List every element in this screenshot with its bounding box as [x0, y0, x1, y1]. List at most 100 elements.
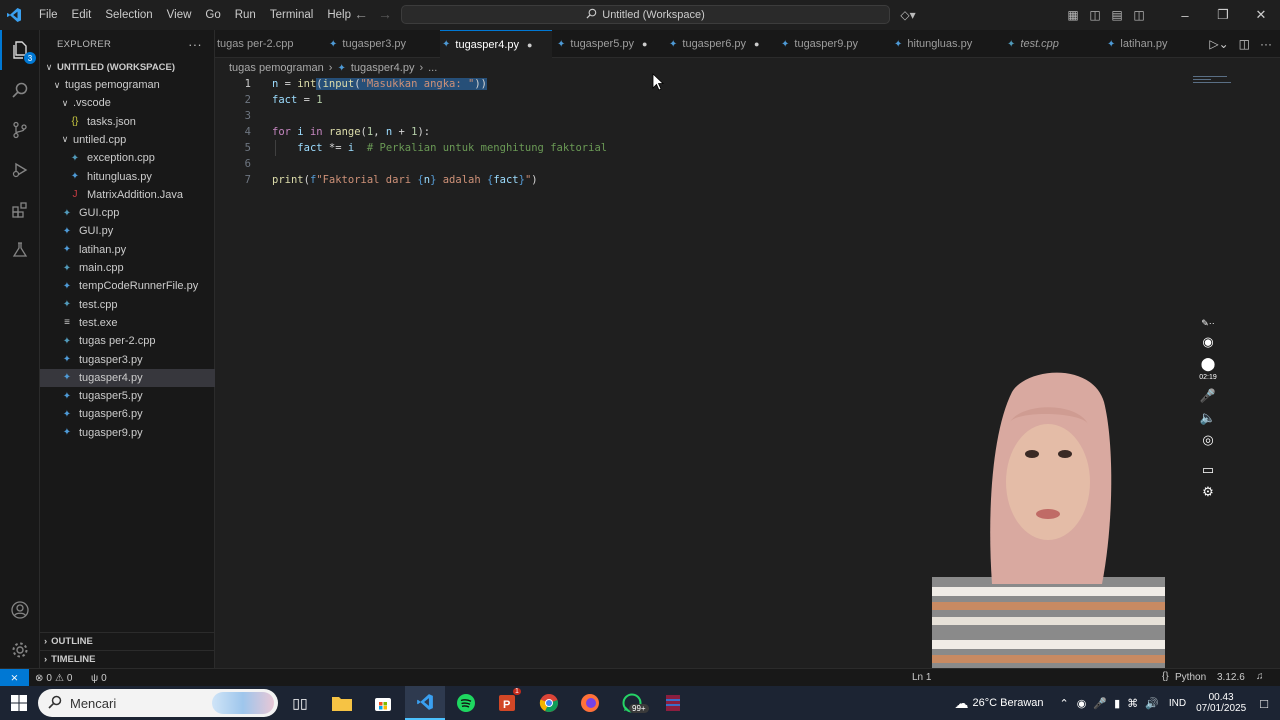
tree-file[interactable]: ✦ tugasper6.py — [40, 405, 215, 423]
unsaved-dot-icon[interactable]: ● — [642, 39, 647, 49]
tree-file[interactable]: ✦ tugasper5.py — [40, 387, 215, 405]
menu-view[interactable]: View — [160, 0, 199, 30]
tree-file[interactable]: ≡ test.exe — [40, 314, 215, 332]
workspace-root[interactable]: ∨ UNTITLED (WORKSPACE) — [40, 58, 215, 76]
firefox-icon[interactable] — [570, 686, 610, 720]
notifications-bell-icon[interactable]: ♫ — [1256, 671, 1264, 682]
powerpoint-icon[interactable]: P 1 — [487, 686, 527, 720]
minimize-icon[interactable]: – — [1166, 8, 1204, 23]
wifi-icon[interactable]: ⌘ — [1127, 697, 1138, 710]
task-view-icon[interactable]: ▯▯ — [280, 686, 320, 720]
editor-tab[interactable]: ✦ latihan.py — [1105, 30, 1217, 58]
toggle-secondary-sidebar-icon[interactable]: ◫ — [1128, 8, 1150, 22]
menu-terminal[interactable]: Terminal — [263, 0, 320, 30]
split-editor-icon[interactable]: ◫ — [1239, 37, 1250, 51]
tree-folder[interactable]: ∨ tugas pemograman — [40, 76, 215, 94]
timeline-section[interactable]: › TIMELINE — [40, 650, 215, 668]
run-python-icon[interactable]: ▷⌄ — [1209, 37, 1228, 51]
tree-file[interactable]: {} tasks.json — [40, 113, 215, 131]
editor-tab[interactable]: ✦ tugasper3.py — [327, 30, 439, 58]
winrar-icon[interactable] — [653, 686, 693, 720]
more-actions-icon[interactable]: ··· — [1260, 37, 1272, 51]
editor-tab[interactable]: ✦ tugasper6.py ● — [667, 30, 779, 58]
tree-file[interactable]: ✦ GUI.py — [40, 222, 215, 240]
tree-file[interactable]: ✦ hitungluas.py — [40, 168, 215, 186]
weather-text[interactable]: 26°C Berawan — [972, 697, 1043, 709]
editor-tab[interactable]: tugas per-2.cpp — [215, 30, 327, 58]
unsaved-dot-icon[interactable]: ● — [527, 40, 532, 50]
tree-file[interactable]: ✦ tugasper3.py — [40, 351, 215, 369]
editor-tab[interactable]: ✦ test.cpp — [1005, 30, 1117, 58]
volume-icon[interactable]: 🔊 — [1145, 697, 1159, 710]
tree-file[interactable]: ✦ tempCodeRunnerFile.py — [40, 277, 215, 295]
whatsapp-icon[interactable]: 99+ — [612, 686, 652, 720]
input-language[interactable]: IND — [1169, 698, 1186, 709]
outline-section[interactable]: › OUTLINE — [40, 632, 215, 650]
notification-icon[interactable]: □ — [1260, 696, 1268, 711]
tree-file[interactable]: ✦ tugasper4.py — [40, 368, 215, 387]
forward-arrow-icon[interactable]: → — [378, 6, 392, 22]
problems-indicator[interactable]: ⊗ 0 ⚠ 0 — [35, 669, 72, 687]
editor-tab[interactable]: ✦ tugasper9.py — [779, 30, 891, 58]
explorer-files-icon[interactable]: 3 — [0, 30, 40, 70]
tree-file[interactable]: J MatrixAddition.Java — [40, 186, 215, 204]
record-icon[interactable]: ⬤ — [1196, 356, 1220, 372]
camera-icon[interactable]: ◉ — [1196, 334, 1220, 350]
toggle-sidebar-icon[interactable]: ◫ — [1084, 8, 1106, 22]
record-tray-icon[interactable]: ◉ — [1077, 697, 1087, 710]
toggle-panel-icon[interactable]: ▤ — [1106, 8, 1128, 22]
breadcrumb-more[interactable]: ... — [428, 62, 437, 74]
settings-gear-icon[interactable] — [0, 630, 40, 670]
file-explorer-icon[interactable] — [322, 686, 362, 720]
tree-file[interactable]: ✦ GUI.cpp — [40, 204, 215, 222]
menu-file[interactable]: File — [32, 0, 65, 30]
tree-file[interactable]: ✦ test.cpp — [40, 296, 215, 314]
account-icon[interactable] — [0, 590, 40, 630]
vscode-taskbar-icon[interactable] — [405, 686, 445, 720]
screen-icon[interactable]: ▭ — [1196, 462, 1220, 478]
taskbar-search[interactable]: Mencari — [38, 689, 278, 717]
editor-tab[interactable]: ✦ tugasper4.py ● — [440, 30, 552, 58]
source-control-icon[interactable] — [0, 110, 40, 150]
tree-file[interactable]: ✦ tugasper9.py — [40, 424, 215, 442]
editor-tab[interactable]: ✦ tugasper5.py ● — [555, 30, 667, 58]
minimap[interactable] — [1193, 76, 1233, 88]
search-icon[interactable] — [0, 70, 40, 110]
close-icon[interactable]: ✕ — [1242, 7, 1280, 23]
maximize-icon[interactable]: ❐ — [1204, 7, 1242, 23]
webcam-icon[interactable]: ◎ — [1196, 432, 1220, 448]
remote-indicator-icon[interactable]: ⨯ — [0, 669, 29, 687]
breadcrumb-folder[interactable]: tugas pemograman — [229, 62, 324, 74]
spotify-icon[interactable] — [446, 686, 486, 720]
menu-go[interactable]: Go — [198, 0, 227, 30]
microphone-icon[interactable]: 🎤 — [1196, 388, 1220, 404]
microsoft-store-icon[interactable] — [363, 686, 403, 720]
extensions-icon[interactable] — [0, 190, 40, 230]
tree-file[interactable]: ✦ exception.cpp — [40, 149, 215, 167]
testing-flask-icon[interactable] — [0, 230, 40, 270]
chevron-up-icon[interactable]: ⌃ — [1060, 697, 1069, 710]
customize-layout-icon[interactable]: ▦ — [1062, 8, 1084, 22]
back-arrow-icon[interactable]: ← — [354, 6, 368, 22]
tree-file[interactable]: ✦ tugas per-2.cpp — [40, 332, 215, 350]
menu-help[interactable]: Help — [320, 0, 358, 30]
battery-icon[interactable]: ▮ — [1114, 697, 1120, 710]
microphone-tray-icon[interactable]: 🎤 — [1093, 697, 1107, 710]
chrome-icon[interactable] — [529, 686, 569, 720]
settings-gear-icon[interactable]: ⚙ — [1196, 484, 1220, 500]
pen-icon[interactable]: ✎·· — [1196, 318, 1220, 329]
command-center[interactable]: Untitled (Workspace) — [401, 5, 890, 24]
tree-file[interactable]: ✦ latihan.py — [40, 241, 215, 259]
menu-run[interactable]: Run — [228, 0, 263, 30]
windows-start-icon[interactable] — [0, 686, 38, 720]
ports-indicator[interactable]: ψ 0 — [91, 669, 107, 687]
cursor-position[interactable]: Ln 1 — [912, 672, 931, 683]
run-debug-icon[interactable] — [0, 150, 40, 190]
language-mode[interactable]: Python — [1175, 672, 1206, 683]
python-version[interactable]: 3.12.6 — [1217, 672, 1245, 683]
tree-folder[interactable]: ∨ untiled.cpp — [40, 131, 215, 149]
menu-edit[interactable]: Edit — [65, 0, 99, 30]
breadcrumb-file[interactable]: tugasper4.py — [351, 62, 415, 74]
clock[interactable]: 00.43 07/01/2025 — [1196, 692, 1246, 714]
more-actions-icon[interactable]: ··· — [188, 37, 202, 52]
